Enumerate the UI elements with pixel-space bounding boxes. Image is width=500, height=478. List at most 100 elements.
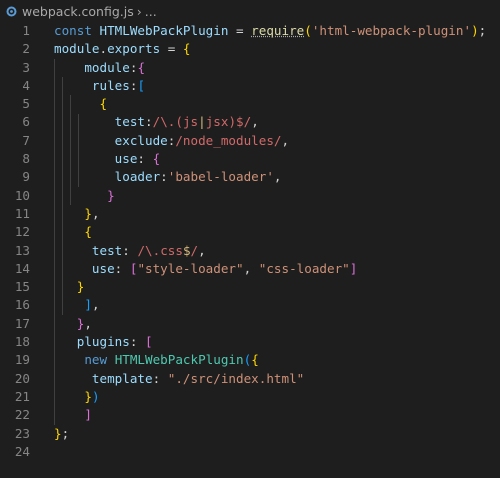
indent-guide: [54, 58, 55, 425]
line-number: 20: [14, 370, 30, 386]
line-number: 4: [22, 77, 30, 93]
code-token: ;: [478, 23, 487, 38]
code-line[interactable]: 5 {: [0, 95, 500, 113]
code-line[interactable]: 14 use: ["style-loader", "css-loader"]: [0, 260, 500, 278]
line-code: }): [54, 388, 99, 406]
code-line[interactable]: 10 }: [0, 187, 500, 205]
line-code: module.exports = {: [54, 40, 191, 58]
code-token: }: [107, 187, 115, 203]
code-line[interactable]: 2 module.exports = {: [0, 40, 500, 58]
code-token: test: [114, 114, 146, 130]
code-line[interactable]: 22 ]: [0, 406, 500, 424]
line-number: 6: [22, 114, 30, 130]
code-token: =: [228, 23, 252, 38]
code-line[interactable]: 4 rules:[: [0, 77, 500, 95]
line-code: }: [54, 278, 85, 296]
code-token: ,: [251, 114, 259, 130]
line-number: 15: [14, 279, 30, 295]
code-line[interactable]: 19 new HTMLWebPackPlugin({: [0, 351, 500, 369]
code-token: {: [99, 96, 108, 112]
code-line[interactable]: 3 module:{: [0, 59, 500, 77]
code-line[interactable]: 23};: [0, 425, 500, 443]
indent-guide: [78, 113, 79, 187]
code-token: ,: [281, 132, 290, 148]
code-token: :: [122, 242, 138, 258]
line-code: const HTMLWebPackPlugin = require('html-…: [54, 22, 486, 40]
code-token: .: [99, 41, 108, 57]
code-line[interactable]: 21 }): [0, 388, 500, 406]
code-token: module: [54, 41, 100, 57]
code-token: |: [198, 114, 206, 130]
code-token: :: [152, 370, 168, 386]
indent-guide: [62, 76, 63, 315]
code-token: {: [84, 224, 92, 240]
line-number: 3: [22, 59, 30, 75]
code-token: ,: [198, 242, 206, 258]
line-number: 5: [22, 96, 30, 112]
code-line[interactable]: 7 exclude:/node_modules/,: [0, 132, 500, 150]
code-line[interactable]: 8 use: {: [0, 150, 500, 168]
line-number: 11: [14, 205, 30, 221]
code-token: }: [84, 388, 92, 404]
code-line[interactable]: 6 test:/\.(js|jsx)$/,: [0, 113, 500, 131]
code-line[interactable]: 24: [0, 443, 500, 461]
line-code: exclude:/node_modules/,: [54, 132, 289, 150]
code-token: :: [114, 260, 130, 276]
code-token: exports: [107, 41, 161, 57]
code-editor[interactable]: 1 const HTMLWebPackPlugin = require('html…: [0, 22, 500, 461]
code-line[interactable]: 20 template: "./src/index.html": [0, 370, 500, 388]
line-number: 2: [22, 41, 30, 57]
code-token: use: [91, 260, 115, 276]
line-code: },: [54, 315, 92, 333]
code-token: (: [304, 23, 312, 38]
code-line[interactable]: 13 test: /\.css$/,: [0, 242, 500, 260]
line-code: test:/\.(js|jsx)$/,: [54, 113, 259, 131]
code-line[interactable]: 1 const HTMLWebPackPlugin = require('html…: [0, 22, 500, 40]
code-line[interactable]: 15 }: [0, 278, 500, 296]
code-token: [: [145, 334, 153, 350]
line-code: loader:'babel-loader',: [54, 168, 282, 186]
line-code: ],: [54, 296, 100, 314]
line-number: 19: [14, 352, 30, 368]
code-token: require: [251, 23, 305, 38]
code-token: ]: [84, 407, 92, 423]
line-code: }: [54, 187, 115, 205]
code-token: ,: [273, 169, 282, 185]
breadcrumb-symbol[interactable]: ...: [145, 4, 157, 19]
code-token: loader: [114, 169, 161, 185]
code-line[interactable]: 17 },: [0, 315, 500, 333]
code-token: :: [129, 334, 145, 350]
code-token: "style-loader": [137, 260, 244, 276]
code-token: [: [137, 77, 146, 93]
code-token: =: [160, 41, 183, 57]
code-token: {: [251, 352, 259, 368]
line-number: 13: [14, 242, 30, 258]
line-number: 22: [14, 407, 30, 423]
code-token: /node_modules/: [175, 132, 282, 148]
code-token: "css-loader": [258, 260, 350, 276]
code-line[interactable]: 11 },: [0, 205, 500, 223]
code-token: use: [114, 151, 138, 167]
code-token: ;: [61, 425, 70, 441]
code-line[interactable]: 16 ],: [0, 296, 500, 314]
js-settings-file-icon: [6, 6, 17, 17]
code-token: {: [137, 59, 146, 75]
code-token: ): [471, 23, 479, 38]
line-code: rules:[: [54, 77, 145, 95]
code-token: ,: [91, 297, 100, 313]
code-token: }: [84, 205, 92, 221]
code-line[interactable]: 9 loader:'babel-loader',: [0, 168, 500, 186]
line-number: 14: [14, 260, 30, 276]
code-line[interactable]: 12 {: [0, 223, 500, 241]
code-token: {: [152, 151, 161, 167]
breadcrumb-file-name[interactable]: webpack.config.js: [22, 4, 134, 19]
code-line[interactable]: 18 plugins: [: [0, 333, 500, 351]
